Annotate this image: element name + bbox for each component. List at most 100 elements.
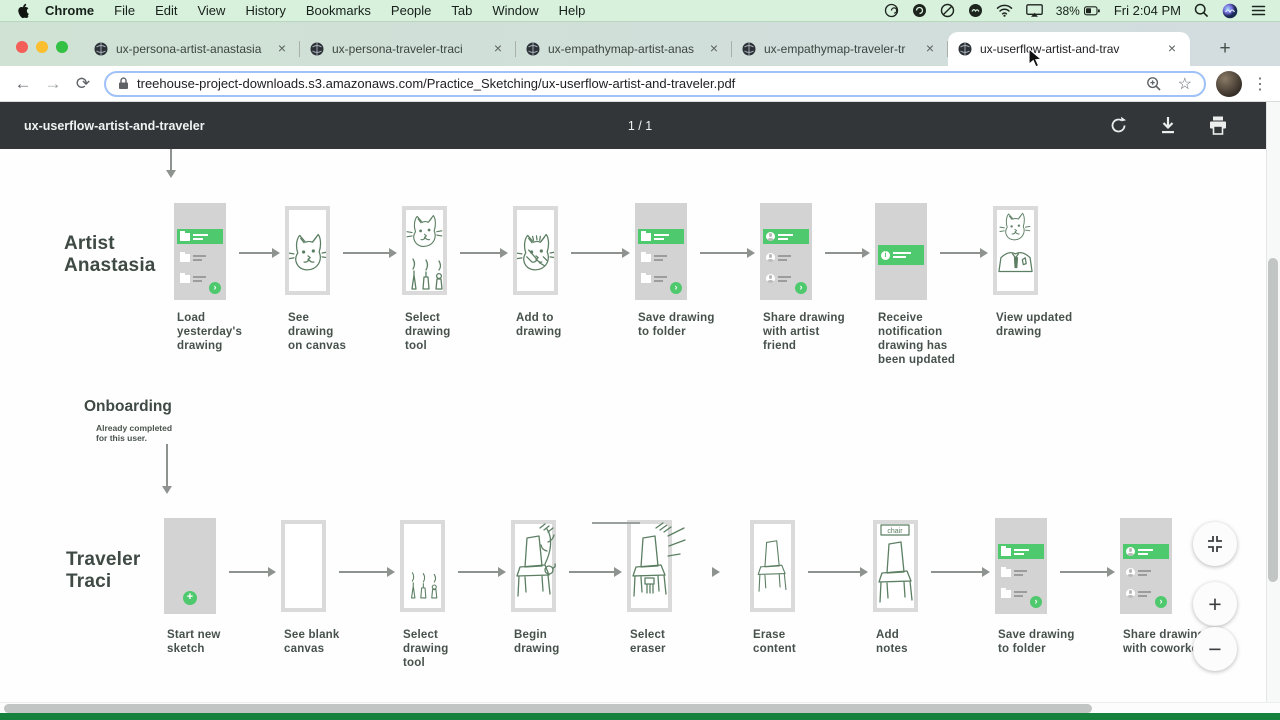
new-tab-button[interactable]: + (1212, 36, 1238, 62)
creative-cloud-icon[interactable] (968, 3, 983, 18)
flow-arrow-short (705, 571, 713, 573)
step-label: Share drawing with artist friend (763, 311, 845, 353)
onboarding-note: Already completed for this user. (96, 423, 172, 443)
blocked-circle-icon[interactable] (940, 3, 955, 18)
pdf-favicon (94, 42, 108, 56)
flow-arrow (339, 571, 388, 573)
step-card-cat-tie (993, 206, 1038, 295)
step-label: Begin drawing (514, 628, 560, 656)
step-card-folders: › (174, 203, 226, 300)
menu-clock: Fri 2:04 PM (1114, 3, 1181, 18)
record-circle-icon[interactable] (912, 3, 927, 18)
step-label: Receive notification drawing has been up… (878, 311, 955, 367)
step-card-cat-filled (513, 206, 558, 295)
profile-avatar[interactable] (1216, 71, 1242, 97)
horizontal-scrollbar-thumb[interactable] (4, 704, 1092, 713)
tab-3[interactable]: ux-empathymap-artist-anas× (516, 32, 732, 66)
step-label: Start new sketch (167, 628, 221, 656)
rotate-icon[interactable] (1108, 116, 1128, 136)
pdf-favicon (958, 42, 972, 56)
pdf-favicon (526, 42, 540, 56)
battery-percent-label: 38% (1056, 4, 1080, 18)
pdf-page-indicator: 1 / 1 (0, 119, 1280, 133)
zoom-in-button[interactable]: + (1193, 582, 1237, 626)
lock-icon (118, 77, 129, 90)
airplay-display-icon[interactable] (1026, 4, 1043, 17)
apple-menu-icon[interactable] (16, 3, 29, 18)
svg-text:chair: chair (887, 528, 903, 535)
pdf-page: Onboarding Already completed for this us… (0, 149, 1280, 702)
address-bar[interactable]: treehouse-project-downloads.s3.amazonaws… (104, 71, 1206, 97)
step-label: View updated drawing (996, 311, 1072, 339)
step-label: Select drawing tool (403, 628, 449, 670)
reload-button[interactable]: ⟳ (68, 74, 98, 94)
flow-arrow (458, 571, 499, 573)
tab-5-active[interactable]: ux-userflow-artist-and-trav× (948, 32, 1190, 66)
onboarding-heading: Onboarding (84, 398, 172, 416)
flow-arrow (825, 252, 863, 254)
notification-center-icon[interactable] (1251, 4, 1266, 17)
vertical-scrollbar-thumb[interactable] (1268, 258, 1278, 582)
tab-2[interactable]: ux-persona-traveler-traci × (300, 32, 516, 66)
menu-window[interactable]: Window (482, 3, 548, 18)
bookmark-star-icon[interactable]: ☆ (1178, 74, 1192, 94)
flow-arrow (229, 571, 269, 573)
step-card-folders: › (635, 203, 687, 300)
spiral-icon[interactable] (884, 3, 899, 18)
menu-bookmarks[interactable]: Bookmarks (296, 3, 381, 18)
download-icon[interactable] (1158, 116, 1178, 136)
browser-toolbar: ← → ⟳ treehouse-project-downloads.s3.ama… (0, 66, 1280, 102)
fit-to-page-button[interactable] (1193, 522, 1237, 566)
wifi-icon[interactable] (996, 4, 1013, 17)
siri-icon[interactable] (1222, 3, 1238, 19)
spotlight-icon[interactable] (1194, 3, 1209, 18)
step-label: Save drawing to folder (998, 628, 1075, 656)
menu-view[interactable]: View (187, 3, 235, 18)
fullscreen-window-button[interactable] (56, 41, 68, 53)
tab-label: ux-persona-artist-anastasia (116, 42, 266, 56)
forward-button[interactable]: → (38, 74, 68, 94)
flow-arrow (460, 252, 501, 254)
step-label: Erase content (753, 628, 796, 656)
tab-1[interactable]: ux-persona-artist-anastasia × (84, 32, 300, 66)
step-card-chair-notes: chair (873, 520, 918, 612)
zoom-page-icon[interactable] (1146, 76, 1162, 92)
menu-chrome[interactable]: Chrome (43, 3, 104, 18)
print-icon[interactable] (1208, 116, 1228, 136)
step-card-chair (750, 520, 795, 612)
step-card-chair-plant (511, 520, 556, 612)
menu-file[interactable]: File (104, 3, 145, 18)
browser-menu-icon[interactable]: ⋮ (1252, 74, 1268, 94)
menu-tab[interactable]: Tab (441, 3, 482, 18)
artist-heading: Artist Anastasia (64, 233, 156, 277)
step-label: Select drawing tool (405, 311, 451, 353)
step-card-new-sketch: + (164, 518, 216, 614)
battery-icon (1084, 6, 1101, 16)
menu-people[interactable]: People (381, 3, 441, 18)
tab-close-icon[interactable]: × (274, 41, 290, 57)
tab-close-icon[interactable]: × (706, 41, 722, 57)
menu-help[interactable]: Help (549, 3, 596, 18)
tab-close-icon[interactable]: × (490, 41, 506, 57)
step-card-cat-tools (402, 206, 447, 295)
close-window-button[interactable] (16, 41, 28, 53)
back-button[interactable]: ← (8, 74, 38, 94)
step-card-blank (281, 520, 326, 612)
step-card-folders: › (995, 518, 1047, 614)
menu-history[interactable]: History (235, 3, 295, 18)
traveler-heading: Traveler Traci (66, 549, 141, 593)
flow-arrow (1060, 571, 1108, 573)
tab-4[interactable]: ux-empathymap-traveler-tr× (732, 32, 948, 66)
tab-close-icon[interactable]: × (1164, 41, 1180, 57)
minimize-window-button[interactable] (36, 41, 48, 53)
flow-arrow (808, 571, 861, 573)
menu-edit[interactable]: Edit (145, 3, 187, 18)
step-card-tools (400, 520, 445, 612)
step-label: Save drawing to folder (638, 311, 715, 339)
sketch-overflow-line (592, 522, 640, 524)
pdf-favicon (742, 42, 756, 56)
tab-close-icon[interactable]: × (922, 41, 938, 57)
zoom-out-button[interactable]: − (1193, 627, 1237, 671)
step-card-notification: i (875, 203, 927, 300)
tab-label: ux-persona-traveler-traci (332, 42, 482, 56)
